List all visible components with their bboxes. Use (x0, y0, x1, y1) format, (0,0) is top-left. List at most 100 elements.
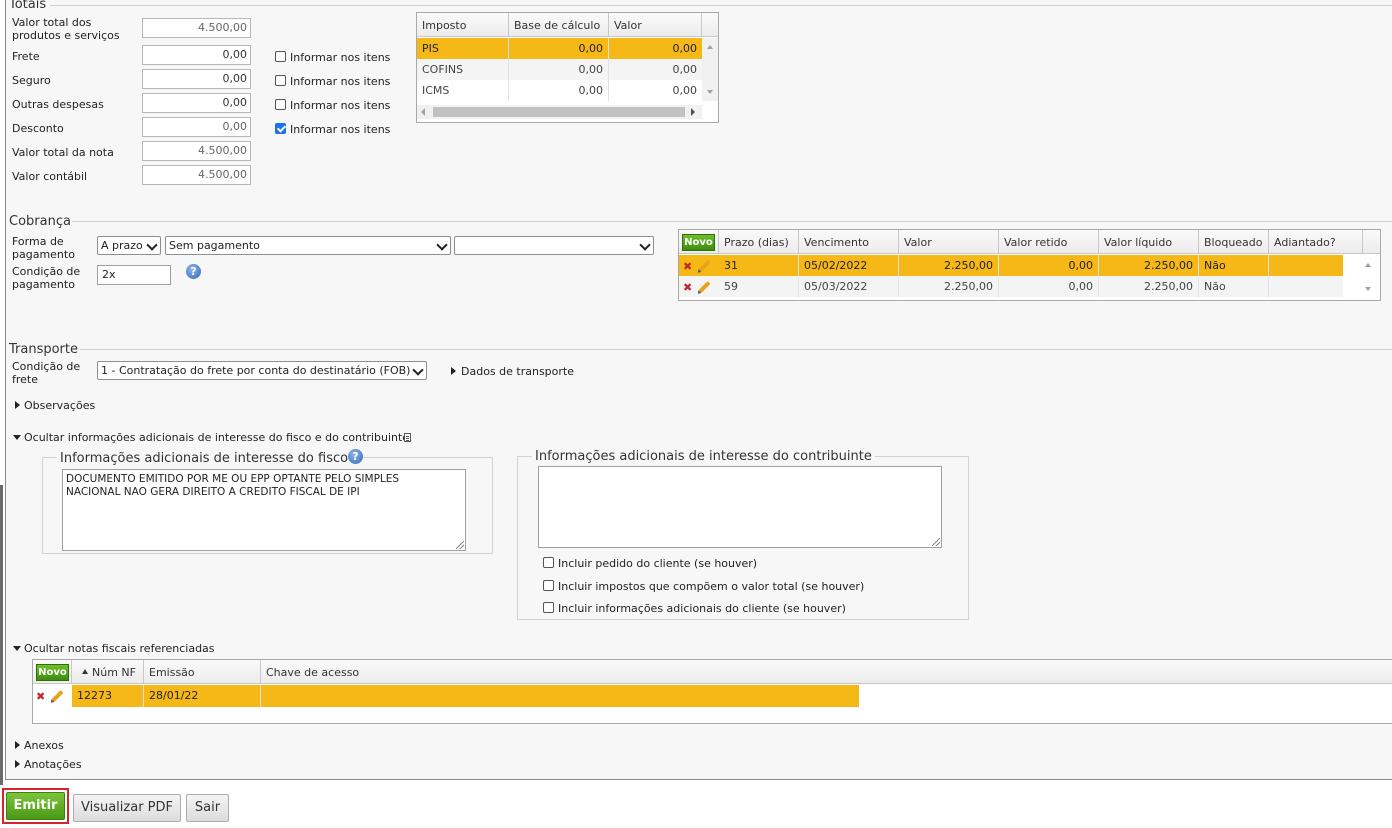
valor-total-nota-field[interactable]: 4.500,00 (142, 141, 251, 161)
incluir-pedido-checkbox[interactable] (543, 557, 554, 568)
novo-parcela-button[interactable]: Novo (682, 234, 715, 251)
table-row[interactable]: ✖ 59 05/03/2022 2.250,00 0,00 2.250,00 N… (679, 276, 1343, 297)
help-icon[interactable]: ? (348, 449, 363, 464)
extra-pagamento-select[interactable] (454, 236, 654, 255)
edit-pencil-icon[interactable] (698, 259, 711, 273)
ocultar-notas-referenciadas-link[interactable]: Ocultar notas fiscais referenciadas (24, 642, 215, 655)
expand-arrow-icon[interactable] (451, 367, 456, 375)
edit-pencil-icon[interactable] (698, 280, 711, 294)
help-icon[interactable]: ? (186, 264, 201, 279)
table-row[interactable]: PIS 0,00 0,00 (417, 38, 702, 59)
label-valor-contabil: Valor contábil (12, 170, 88, 183)
contribuinte-textarea[interactable] (538, 466, 942, 548)
scroll-right-icon[interactable] (691, 108, 695, 116)
col-header-valor[interactable]: Valor (609, 13, 702, 37)
desconto-informar-checkbox[interactable] (275, 123, 286, 134)
divider (50, 5, 1392, 6)
ocultar-info-adicionais-link[interactable]: Ocultar informações adicionais de intere… (24, 431, 409, 444)
col-header-bloqueado[interactable]: Bloqueado (1199, 230, 1269, 254)
col-header-filler (1363, 230, 1380, 254)
frete-field[interactable]: 0,00 (142, 45, 251, 65)
frete-informar-checkbox[interactable] (275, 51, 286, 62)
collapse-arrow-icon[interactable] (13, 646, 21, 651)
col-header-emissao[interactable]: Emissão (144, 660, 261, 684)
cell-prazo: 59 (719, 276, 799, 297)
condicao-frete-select[interactable]: 1 - Contratação do frete por conta do de… (97, 361, 427, 380)
vertical-scrollbar[interactable] (1343, 255, 1380, 298)
desconto-field[interactable]: 0,00 (142, 117, 251, 137)
col-header-chave-acesso[interactable]: Chave de acesso (261, 660, 1392, 684)
resize-grip-icon[interactable] (456, 541, 464, 549)
fisco-legend: Informações adicionais de interesse do f… (57, 451, 352, 466)
observacoes-link[interactable]: Observações (24, 399, 95, 412)
cell-emissao: 28/01/22 (144, 685, 261, 707)
outras-despesas-informar-checkbox[interactable] (275, 99, 286, 110)
table-row[interactable]: ✖ 31 05/02/2022 2.250,00 0,00 2.250,00 N… (679, 255, 1343, 276)
col-header-num-nf[interactable]: Núm NF (72, 660, 144, 684)
incluir-info-cliente-checkbox[interactable] (543, 602, 554, 613)
meio-pagamento-select[interactable]: Sem pagamento (165, 236, 451, 255)
col-header-adiantado[interactable]: Adiantado? (1269, 230, 1363, 254)
col-header-vencimento[interactable]: Vencimento (799, 230, 899, 254)
label-outras-despesas: Outras despesas (12, 98, 104, 111)
anexos-link[interactable]: Anexos (24, 739, 64, 752)
section-title-transporte: Transporte (9, 342, 78, 357)
scroll-up-icon[interactable] (707, 45, 713, 49)
cell-valor-liquido: 2.250,00 (1099, 255, 1199, 276)
seguro-informar-label: Informar nos itens (290, 75, 391, 88)
expand-arrow-icon[interactable] (15, 401, 20, 409)
sair-button[interactable]: Sair (186, 794, 229, 822)
cell-num-nf: 12273 (72, 685, 144, 707)
incluir-impostos-label: Incluir impostos que compõem o valor tot… (558, 580, 865, 593)
edit-pencil-icon[interactable] (51, 689, 64, 703)
scroll-down-icon[interactable] (1365, 287, 1371, 291)
valor-contabil-field[interactable]: 4.500,00 (142, 165, 251, 185)
dados-transporte-link[interactable]: Dados de transporte (461, 365, 574, 378)
collapse-arrow-icon[interactable] (13, 435, 21, 440)
delete-icon[interactable]: ✖ (683, 261, 692, 272)
col-header-imposto[interactable]: Imposto (417, 13, 509, 37)
document-icon[interactable] (404, 433, 411, 442)
expand-arrow-icon[interactable] (15, 741, 20, 749)
col-header-actions: Novo (679, 230, 719, 254)
table-row[interactable]: COFINS 0,00 0,00 (417, 59, 702, 80)
section-title-totais: Totais (9, 0, 47, 12)
col-header-valor-liquido[interactable]: Valor líquido (1099, 230, 1199, 254)
condicao-pagamento-field[interactable]: 2x (97, 265, 171, 285)
table-row[interactable]: ICMS 0,00 0,00 (417, 80, 702, 101)
valor-total-produtos-field[interactable]: 4.500,00 (142, 18, 251, 38)
col-header-valor[interactable]: Valor (899, 230, 999, 254)
vertical-scrollbar[interactable] (702, 38, 718, 101)
novo-nota-button[interactable]: Novo (36, 664, 69, 681)
scroll-thumb[interactable] (433, 107, 685, 117)
label-condicao-frete: Condição de frete (12, 360, 81, 386)
horizontal-scrollbar[interactable] (417, 105, 702, 119)
col-header-prazo[interactable]: Prazo (dias) (719, 230, 799, 254)
table-row[interactable]: 12273 28/01/22 (72, 685, 859, 707)
visualizar-pdf-button[interactable]: Visualizar PDF (73, 794, 181, 822)
seguro-field[interactable]: 0,00 (142, 69, 251, 89)
condicao-frete-value: 1 - Contratação do frete por conta do de… (101, 364, 411, 377)
scroll-up-icon[interactable] (1365, 263, 1371, 267)
expand-arrow-icon[interactable] (15, 760, 20, 768)
forma-pagamento-select[interactable]: A prazo (97, 236, 161, 255)
incluir-pedido-label: Incluir pedido do cliente (se houver) (558, 557, 758, 570)
cell-chave-acesso (261, 685, 859, 707)
cell-vencimento: 05/02/2022 (799, 255, 899, 276)
resize-grip-icon[interactable] (932, 538, 940, 546)
outras-despesas-field[interactable]: 0,00 (142, 93, 251, 113)
label-seguro: Seguro (12, 74, 51, 87)
seguro-informar-checkbox[interactable] (275, 75, 286, 86)
scroll-down-icon[interactable] (707, 90, 713, 94)
col-header-valor-retido[interactable]: Valor retido (999, 230, 1099, 254)
row-actions: ✖ (33, 685, 72, 707)
delete-icon[interactable]: ✖ (36, 691, 45, 702)
fisco-textarea[interactable]: DOCUMENTO EMITIDO POR ME OU EPP OPTANTE … (62, 469, 466, 551)
emitir-button[interactable]: Emitir (6, 792, 65, 820)
scroll-left-icon[interactable] (421, 108, 425, 116)
col-header-base[interactable]: Base de cálculo (509, 13, 609, 37)
incluir-impostos-checkbox[interactable] (543, 580, 554, 591)
delete-icon[interactable]: ✖ (683, 282, 692, 293)
cell-valor: 0,00 (672, 63, 698, 76)
anotacoes-link[interactable]: Anotações (24, 758, 82, 771)
